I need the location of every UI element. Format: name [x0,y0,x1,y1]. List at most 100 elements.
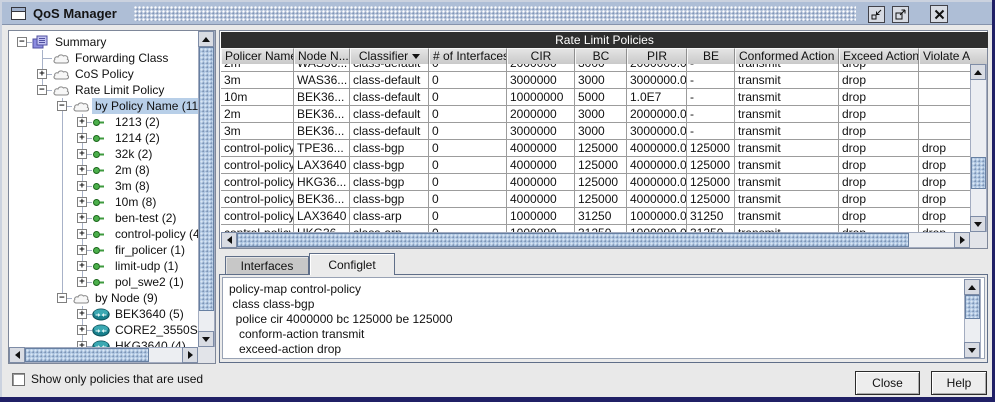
table-row[interactable]: 10mBEK36...class-default01000000050001.0… [221,89,970,106]
table-cell[interactable]: 3000000.0 [627,72,687,89]
tree-item-by-policy-name-11[interactable]: −by Policy Name (11) [12,98,199,114]
minimize-button[interactable] [868,6,885,23]
tree-vertical-scrollbar[interactable] [198,31,215,347]
table-cell[interactable]: 31250 [575,225,627,232]
scrollbar-thumb[interactable] [237,233,909,247]
scroll-right-button[interactable] [182,347,198,363]
tree-item-1213-2[interactable]: +1213 (2) [12,114,199,130]
table-cell[interactable]: 125000 [687,174,735,191]
tree-expand-handle[interactable]: + [77,309,87,319]
table-cell[interactable]: drop [919,191,970,208]
table-cell[interactable]: 1000000.0 [627,208,687,225]
table-cell[interactable]: 125000 [575,191,627,208]
tree-collapse-handle[interactable]: − [37,85,47,95]
scroll-down-button[interactable] [198,331,214,347]
table-cell[interactable]: 0 [429,89,507,106]
table-cell[interactable]: 125000 [687,140,735,157]
table-cell[interactable]: 2m [221,106,294,123]
table-cell[interactable] [919,64,970,72]
tree-expand-handle[interactable]: + [77,277,87,287]
tree-expand-handle[interactable]: + [37,69,47,79]
table-cell[interactable]: 2000000.0 [627,106,687,123]
tree-expand-handle[interactable]: + [77,165,87,175]
table-cell[interactable]: transmit [735,123,839,140]
column-header-pir[interactable]: PIR [627,48,687,64]
table-cell[interactable]: transmit [735,72,839,89]
tree-item-1214-2[interactable]: +1214 (2) [12,130,199,146]
column-header-node-n[interactable]: Node N... [294,48,350,64]
tree-item-cos-policy[interactable]: +CoS Policy [12,66,199,82]
table-cell[interactable]: 3000 [575,72,627,89]
table-cell[interactable]: 125000 [687,191,735,208]
table-cell[interactable]: 4000000.0 [627,174,687,191]
tree-item-forwarding-class[interactable]: Forwarding Class [12,50,199,66]
table-cell[interactable]: 2000000.0 [627,64,687,72]
table-cell[interactable]: 2000000 [507,64,575,72]
table-cell[interactable]: 0 [429,157,507,174]
scroll-down-button[interactable] [970,216,986,232]
table-cell[interactable]: 125000 [575,174,627,191]
table-cell[interactable]: 0 [429,140,507,157]
table-cell[interactable]: class-default [350,89,429,106]
table-cell[interactable]: 0 [429,191,507,208]
table-cell[interactable]: transmit [735,140,839,157]
table-cell[interactable]: 2000000 [507,106,575,123]
table-cell[interactable]: class-bgp [350,191,429,208]
column-header-cir[interactable]: CIR [507,48,575,64]
table-cell[interactable]: 3m [221,72,294,89]
table-cell[interactable]: BEK36... [294,89,350,106]
show-only-policies-checkbox[interactable] [12,373,25,386]
table-cell[interactable]: drop [839,140,919,157]
close-window-button[interactable] [930,5,948,23]
column-header-exceed-action[interactable]: Exceed Action [839,48,919,64]
table-cell[interactable]: drop [919,225,970,232]
tree-item-limit-udp-1[interactable]: +limit-udp (1) [12,258,199,274]
tree-expand-handle[interactable]: + [77,149,87,159]
scroll-up-button[interactable] [964,279,980,295]
tree-item-2m-8[interactable]: +2m (8) [12,162,199,178]
table-cell[interactable]: 0 [429,225,507,232]
table-cell[interactable]: 4000000 [507,174,575,191]
tree-item-bek3640-5[interactable]: +BEK3640 (5) [12,306,199,322]
table-cell[interactable]: 1.0E7 [627,89,687,106]
table-cell[interactable]: drop [919,157,970,174]
table-cell[interactable]: BEK36... [294,191,350,208]
table-cell[interactable]: 4000000 [507,140,575,157]
table-cell[interactable]: WAS36... [294,64,350,72]
tree-expand-handle[interactable]: + [77,325,87,335]
table-cell[interactable]: class-arp [350,208,429,225]
table-vertical-scrollbar[interactable] [970,64,987,232]
window-titlebar[interactable]: QoS Manager [2,2,992,25]
column-header-policer-name[interactable]: Policer Name [221,48,294,64]
table-cell[interactable]: 0 [429,106,507,123]
table-cell[interactable]: 1000000.0 [627,225,687,232]
table-cell[interactable]: 1000000 [507,208,575,225]
tree-expand-handle[interactable]: + [77,213,87,223]
table-cell[interactable]: transmit [735,64,839,72]
table-cell[interactable]: transmit [735,225,839,232]
table-cell[interactable]: LAX3640 [294,157,350,174]
maximize-button[interactable] [892,6,909,23]
table-cell[interactable]: 31250 [575,208,627,225]
table-cell[interactable]: control-policy [221,157,294,174]
scrollbar-thumb[interactable] [199,47,214,311]
table-cell[interactable]: drop [839,89,919,106]
table-row[interactable]: 2mBEK36...class-default02000000300020000… [221,106,970,123]
table-cell[interactable] [919,89,970,106]
tab-interfaces[interactable]: Interfaces [225,256,309,275]
scroll-down-button[interactable] [964,342,980,358]
tree-item-10m-8[interactable]: +10m (8) [12,194,199,210]
table-cell[interactable]: drop [919,140,970,157]
table-cell[interactable]: class-default [350,72,429,89]
tree-collapse-handle[interactable]: − [57,101,67,111]
tree-expand-handle[interactable]: + [77,197,87,207]
table-cell[interactable]: transmit [735,89,839,106]
table-cell[interactable]: class-default [350,123,429,140]
table-cell[interactable]: WAS36... [294,72,350,89]
table-cell[interactable]: - [687,64,735,72]
table-row[interactable]: control-policyHKG36...class-bgp040000001… [221,174,970,191]
table-cell[interactable]: 0 [429,208,507,225]
scrollbar-thumb[interactable] [965,295,980,319]
tree-collapse-handle[interactable]: − [57,293,67,303]
table-cell[interactable]: class-bgp [350,174,429,191]
